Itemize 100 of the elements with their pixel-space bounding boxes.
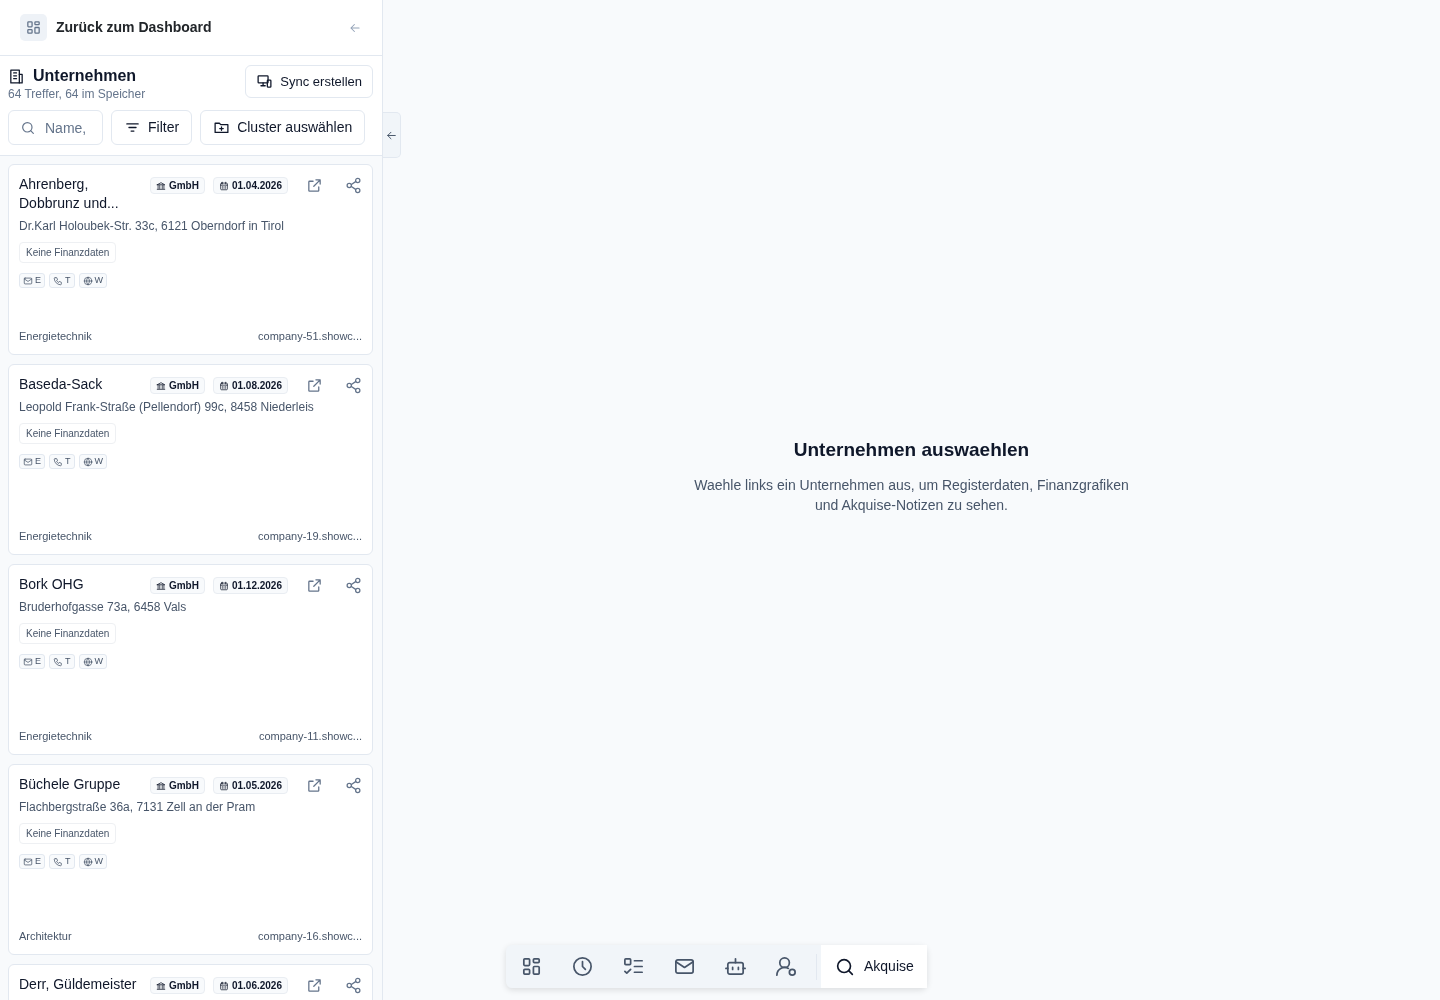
back-link[interactable]: Zurück zum Dashboard — [56, 17, 212, 38]
share-icon — [345, 377, 362, 395]
globe-icon — [82, 856, 93, 867]
share-icon — [345, 177, 362, 195]
external-link-icon — [306, 377, 323, 395]
company-name: Bork OHG — [19, 575, 85, 595]
company-card[interactable]: Derr, Güldemeister GmbH 01.06.2026 — [8, 964, 373, 1000]
envelope-icon — [23, 656, 33, 667]
date-badge: 01.12.2026 — [212, 577, 288, 595]
contact-chip: E — [19, 654, 45, 670]
share-button[interactable] — [345, 377, 362, 395]
dashboard-icon[interactable] — [20, 14, 47, 41]
open-external-button[interactable] — [306, 577, 323, 595]
globe-icon — [82, 456, 93, 467]
company-card[interactable]: Baseda-Sack GmbH 01.08.2026 Leopold Frank-Straße (Pellendorf) 99c, 8458 Niederleis Keine Finanzdaten E T W Energietechnik company-19.showc... — [8, 364, 373, 556]
devices-icon — [256, 73, 274, 90]
share-icon — [345, 977, 362, 995]
company-name: Derr, Güldemeister — [19, 975, 138, 995]
date-badge: 01.08.2026 — [212, 377, 288, 395]
industry-label: Energietechnik — [19, 528, 92, 544]
legal-form-badge: GmbH — [149, 777, 205, 795]
contact-chip: T — [49, 454, 75, 470]
share-icon — [345, 777, 362, 795]
company-address: Dr.Karl Holoubek-Str. 33c, 6121 Oberndorf in Tirol — [19, 218, 285, 236]
company-card[interactable]: Bork OHG GmbH 01.12.2026 Bruderhofgasse 73a, 6458 Vals Keine Finanzdaten E T W Energietechnik company-11.showc... — [8, 564, 373, 756]
dashboard-icon — [520, 955, 543, 978]
panel-title: Unternehmen — [33, 66, 137, 86]
phone-icon — [53, 275, 63, 286]
globe-icon — [82, 275, 93, 286]
empty-title: Unternehmen auswaehlen — [793, 438, 1030, 462]
robot-icon — [724, 955, 747, 978]
contact-chip: T — [49, 654, 75, 670]
company-card[interactable]: Ahrenberg, Dobbrunz und... GmbH 01.04.2026 Dr.Karl Holoubek-Str. 33c, 6121 Oberndorf in Tirol Keine Finanzdaten E T W Energietechnik company-51.showc... — [8, 164, 373, 356]
calendar-icon — [218, 180, 229, 191]
contact-chip: E — [19, 854, 45, 870]
clock-icon — [571, 955, 594, 978]
calendar-icon — [218, 980, 229, 991]
company-address: Leopold Frank-Straße (Pellendorf) 99c, 8458 Niederleis — [19, 399, 315, 417]
finance-tag: Keine Finanzdaten — [19, 242, 117, 264]
dock-button[interactable]: Akquise — [821, 945, 927, 988]
share-button[interactable] — [345, 777, 362, 795]
legal-form-badge: GmbH — [149, 177, 205, 195]
phone-icon — [53, 856, 63, 867]
website-label: company-51.showc... — [258, 328, 362, 344]
bank-icon — [155, 780, 166, 791]
date-badge: 01.06.2026 — [212, 977, 288, 995]
phone-icon — [53, 456, 63, 467]
contact-chip: W — [78, 454, 107, 470]
contact-chip: W — [78, 654, 107, 670]
building-icon — [8, 67, 25, 85]
globe-icon — [82, 656, 93, 667]
industry-label: Energietechnik — [19, 728, 92, 744]
open-external-button[interactable] — [306, 777, 323, 795]
share-button[interactable] — [345, 177, 362, 195]
external-link-icon — [306, 977, 323, 995]
bank-icon — [155, 980, 166, 991]
finance-tag: Keine Finanzdaten — [19, 423, 117, 445]
legal-form-badge: GmbH — [149, 377, 205, 395]
open-external-button[interactable] — [306, 977, 323, 995]
bank-icon — [155, 180, 166, 191]
external-link-icon — [306, 777, 323, 795]
calendar-icon — [218, 780, 229, 791]
website-label: company-11.showc... — [258, 728, 362, 744]
industry-label: Energietechnik — [19, 328, 92, 344]
company-name: Baseda-Sack — [19, 375, 104, 395]
date-badge: 01.05.2026 — [212, 777, 288, 795]
open-external-button[interactable] — [306, 177, 323, 195]
company-card[interactable]: Büchele Gruppe GmbH 01.05.2026 Flachbergstraße 36a, 7131 Zell an der Pram Keine Finanzdaten E T W Architektur company-16.showc... — [8, 764, 373, 956]
search-field[interactable]: Name, — [8, 110, 103, 146]
share-icon — [345, 577, 362, 595]
legal-form-badge: GmbH — [149, 977, 205, 995]
contact-chip: E — [19, 454, 45, 470]
filter-button[interactable]: Filter — [111, 110, 193, 146]
calendar-icon — [218, 580, 229, 591]
result-count: 64 Treffer, 64 im Speicher — [8, 88, 146, 102]
cluster-button[interactable]: Cluster auswählen — [200, 110, 366, 146]
search-icon — [20, 120, 36, 137]
empty-description: Waehle links ein Unternehmen aus, um Registerdaten, Finanzgrafiken und Akquise-Notizen zu sehen. — [693, 475, 1130, 515]
legal-form-badge: GmbH — [149, 577, 205, 595]
website-label: company-19.showc... — [258, 528, 362, 544]
share-button[interactable] — [345, 977, 362, 995]
sync-button[interactable]: Sync erstellen — [245, 65, 373, 98]
company-name: Büchele Gruppe — [19, 775, 122, 795]
company-name: Ahrenberg, Dobbrunz und... — [19, 175, 120, 214]
contact-chip: T — [49, 273, 75, 289]
company-address: Flachbergstraße 36a, 7131 Zell an der Pram — [19, 799, 257, 817]
date-badge: 01.04.2026 — [212, 177, 288, 195]
contact-chip: W — [78, 854, 107, 870]
contact-chip: T — [49, 854, 75, 870]
external-link-icon — [306, 577, 323, 595]
industry-label: Architektur — [19, 928, 72, 944]
calendar-icon — [218, 380, 229, 391]
share-button[interactable] — [345, 577, 362, 595]
finance-tag: Keine Finanzdaten — [19, 823, 117, 845]
open-external-button[interactable] — [306, 377, 323, 395]
envelope-icon — [23, 275, 33, 286]
envelope-icon — [23, 456, 33, 467]
phone-icon — [53, 656, 63, 667]
website-label: company-16.showc... — [258, 928, 362, 944]
external-link-icon — [306, 177, 323, 195]
